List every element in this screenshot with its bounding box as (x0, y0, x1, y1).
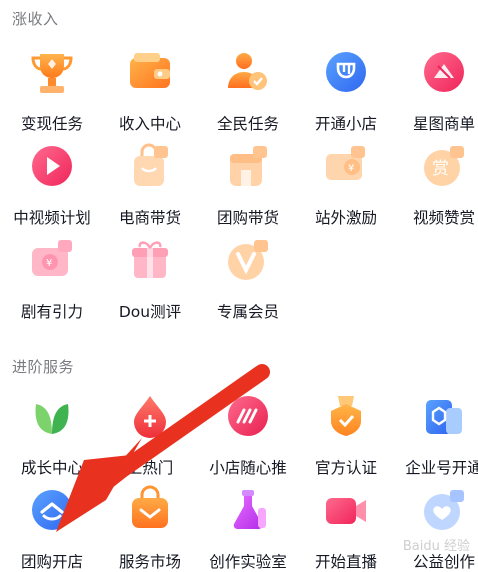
grid-item-label: 开通小店 (314, 115, 377, 133)
grid-item-drama-gravity[interactable]: ¥ 剧有引力 (2, 232, 102, 322)
grid-item-exclusive-member[interactable]: 专属会员 (198, 232, 298, 322)
grid-item-label: 收入中心 (118, 115, 181, 133)
grid-item-label: 创作实验室 (209, 553, 287, 571)
grid-item-star-map[interactable]: 星图商单 (394, 44, 478, 134)
people-icon (220, 44, 276, 100)
grid-item-label: 视频赞赏 (412, 209, 475, 227)
grid-item-label: 企业号开通 (405, 459, 478, 477)
shopping-bag-icon (122, 138, 178, 194)
grid-item-charity-creation[interactable]: 公益创作 (394, 482, 478, 572)
grid-item-group-buy-goods[interactable]: 团购带货 (198, 138, 298, 228)
grid-item-label: 团购开店 (20, 553, 83, 571)
grid-item-monetize-task[interactable]: 变现任务 (2, 44, 102, 134)
grid-item-shop-boost[interactable]: 小店随心推 (198, 388, 298, 478)
grid-item-start-live[interactable]: 开始直播 (296, 482, 396, 572)
grid-item-label: Dou测评 (118, 303, 182, 321)
grid-item-label: 专属会员 (216, 303, 279, 321)
grid-item-label: 星图商单 (412, 115, 475, 133)
play-icon (24, 138, 80, 194)
grid-item-label: 小店随心推 (209, 459, 287, 477)
grid-item-label: 开始直播 (314, 553, 377, 571)
grid-item-label: 站外激励 (314, 209, 377, 227)
grid-item-label: 中视频计划 (13, 209, 91, 227)
grid-item-label: 服务市场 (118, 553, 181, 571)
section-title-advanced: 进阶服务 (12, 358, 75, 376)
ticket-icon: ¥ (318, 138, 374, 194)
grid-item-growth-center[interactable]: 成长中心 (2, 388, 102, 478)
grid-item-label: 全民任务 (216, 115, 279, 133)
wallet-icon (122, 44, 178, 100)
grid-item-label: 剧有引力 (20, 303, 83, 321)
store-open-icon (24, 482, 80, 538)
grid-item-label: 官方认证 (314, 459, 377, 477)
charity-icon (416, 482, 472, 538)
grid-item-label: 团购带货 (216, 209, 279, 227)
drama-icon: ¥ (24, 232, 80, 288)
grid-item-service-market[interactable]: 服务市场 (100, 482, 200, 572)
fire-drop-icon (122, 388, 178, 444)
grid-item-creation-lab[interactable]: 创作实验室 (198, 482, 298, 572)
vip-icon (220, 232, 276, 288)
grid-item-income-center[interactable]: 收入中心 (100, 44, 200, 134)
grid-item-official-verify[interactable]: 官方认证 (296, 388, 396, 478)
boost-icon (220, 388, 276, 444)
grid-item-label: 电商带货 (118, 209, 181, 227)
grid-item-enterprise-open[interactable]: 企业号开通 (394, 388, 478, 478)
svg-text:¥: ¥ (348, 163, 354, 174)
badge-icon (318, 388, 374, 444)
gift-box-icon (122, 232, 178, 288)
flask-icon (220, 482, 276, 538)
reward-icon: 赏 (416, 138, 472, 194)
grid-item-all-people-task[interactable]: 全民任务 (198, 44, 298, 134)
group-buy-icon (220, 138, 276, 194)
trophy-icon (24, 44, 80, 100)
grid-item-offsite-incentive[interactable]: ¥ 站外激励 (296, 138, 396, 228)
svg-text:赏: 赏 (432, 159, 449, 179)
watermark: Baidu 经验 (402, 539, 470, 554)
service-bag-icon (122, 482, 178, 538)
grid-item-ecommerce[interactable]: 电商带货 (100, 138, 200, 228)
grid-item-hot-trending[interactable]: 上热门 (100, 388, 200, 478)
grid-item-label: 成长中心 (20, 459, 83, 477)
section-title-income: 涨收入 (12, 10, 59, 28)
star-map-icon (416, 44, 472, 100)
svg-text:¥: ¥ (46, 258, 52, 269)
grid-item-group-buy-open-store[interactable]: 团购开店 (2, 482, 102, 572)
grid-item-video-reward[interactable]: 赏 视频赞赏 (394, 138, 478, 228)
shop-icon (318, 44, 374, 100)
live-camera-icon (318, 482, 374, 538)
grid-item-mid-video-plan[interactable]: 中视频计划 (2, 138, 102, 228)
leaf-icon (24, 388, 80, 444)
grid-item-open-shop[interactable]: 开通小店 (296, 44, 396, 134)
enterprise-icon (416, 388, 472, 444)
grid-item-label: 变现任务 (20, 115, 83, 133)
grid-item-label: 上热门 (126, 459, 174, 477)
grid-item-dou-review[interactable]: Dou测评 (100, 232, 200, 322)
